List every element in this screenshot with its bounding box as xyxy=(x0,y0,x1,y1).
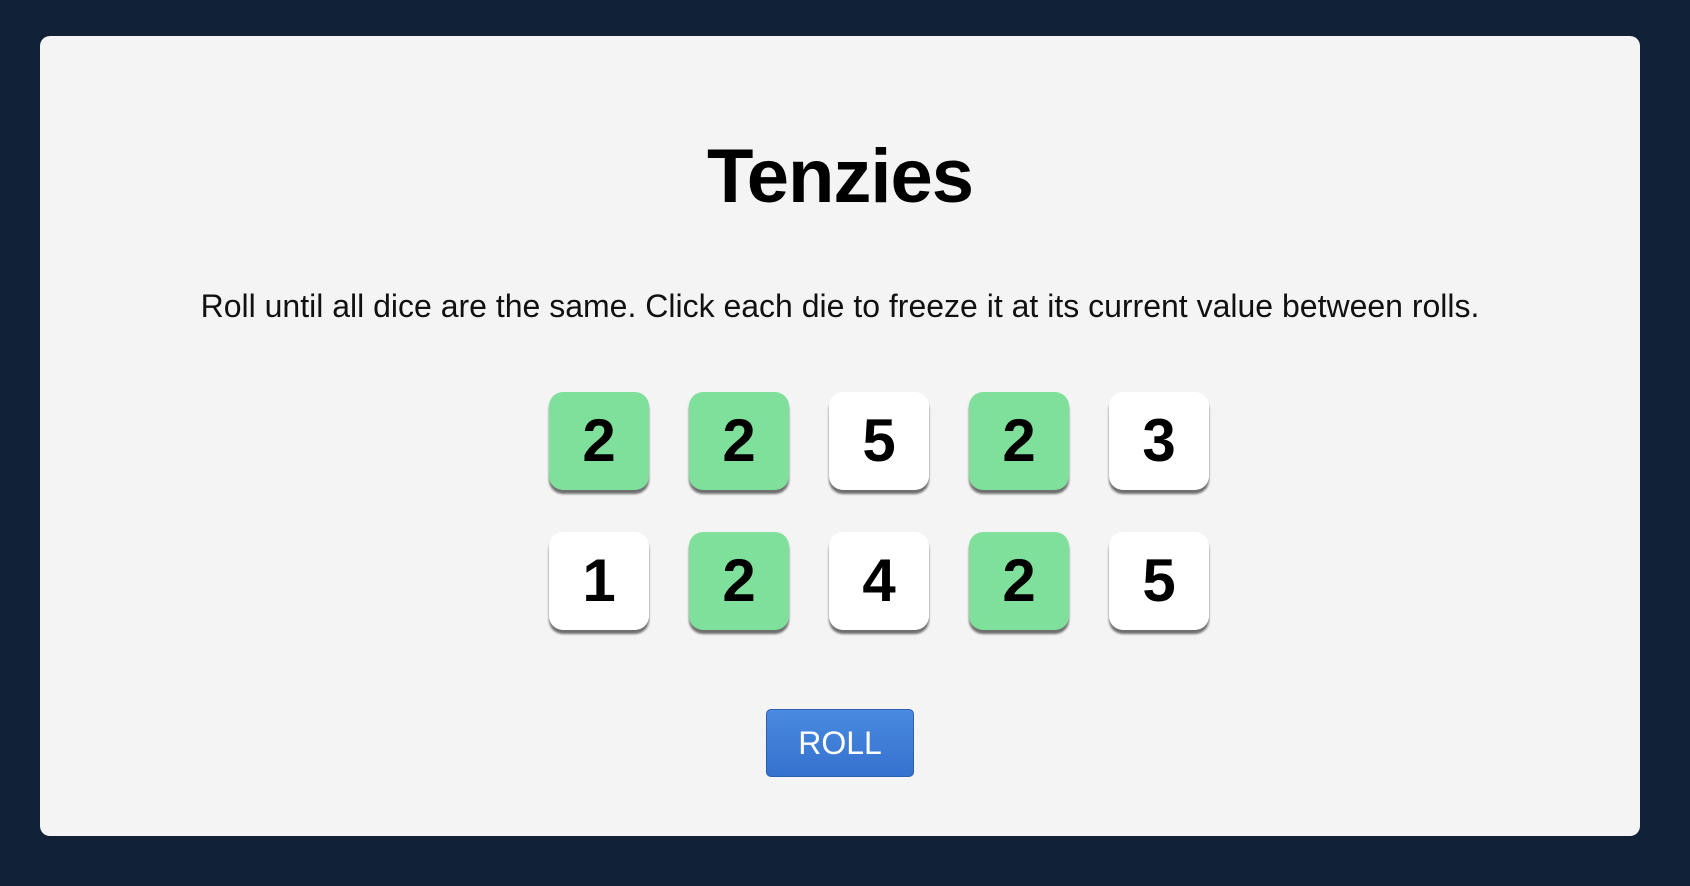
game-panel: Tenzies Roll until all dice are the same… xyxy=(40,36,1640,836)
die-value: 2 xyxy=(1002,547,1036,614)
roll-button[interactable]: ROLL xyxy=(766,709,914,777)
die-value: 3 xyxy=(1142,407,1176,474)
die-10[interactable]: 5 xyxy=(1109,532,1209,630)
die-value: 4 xyxy=(862,547,896,614)
die-2[interactable]: 2 xyxy=(689,392,789,490)
die-5[interactable]: 3 xyxy=(1109,392,1209,490)
die-4[interactable]: 2 xyxy=(969,392,1069,490)
die-9[interactable]: 2 xyxy=(969,532,1069,630)
die-value: 5 xyxy=(862,407,896,474)
die-7[interactable]: 2 xyxy=(689,532,789,630)
instructions-text: Roll until all dice are the same. Click … xyxy=(200,288,1480,324)
die-value: 2 xyxy=(1002,407,1036,474)
die-value: 2 xyxy=(582,407,616,474)
die-1[interactable]: 2 xyxy=(549,392,649,490)
die-value: 2 xyxy=(722,547,756,614)
die-value: 5 xyxy=(1142,547,1176,614)
die-8[interactable]: 4 xyxy=(829,532,929,630)
page-title: Tenzies xyxy=(706,134,974,219)
die-6[interactable]: 1 xyxy=(549,532,649,630)
die-value: 2 xyxy=(722,407,756,474)
die-value: 1 xyxy=(582,547,616,614)
die-3[interactable]: 5 xyxy=(829,392,929,490)
dice-grid: 2 2 5 2 3 1 2 4 2 5 xyxy=(549,392,1209,630)
